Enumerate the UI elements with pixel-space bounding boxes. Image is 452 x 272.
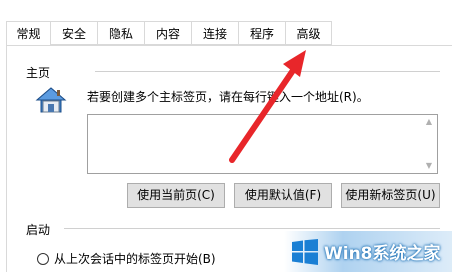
tab-advanced[interactable]: 高级 [285, 21, 332, 45]
home-group-title: 主页 [26, 66, 51, 80]
scroll-down-icon[interactable]: ▼ [423, 161, 435, 171]
use-new-tab-button[interactable]: 使用新标签页(U) [341, 183, 440, 208]
internet-options-dialog: 常规 安全 隐私 内容 连接 程序 高级 主页 若要创建多个主标签页，请在每行键… [0, 0, 452, 272]
panel-border [6, 45, 7, 272]
startup-option-label: 从上次会话中的标签页开始(B) [54, 252, 216, 266]
tab-divider [6, 45, 452, 46]
tab-general[interactable]: 常规 [6, 21, 50, 46]
tab-strip: 常规 安全 隐私 内容 连接 程序 高级 [6, 21, 332, 46]
use-default-button[interactable]: 使用默认值(F) [234, 183, 332, 208]
startup-group-divider [64, 228, 440, 229]
startup-group-title: 启动 [26, 223, 51, 237]
home-url-textarea[interactable]: ▲ ▼ [87, 114, 438, 174]
home-group-divider [95, 71, 440, 72]
radio-button[interactable] [37, 252, 49, 265]
watermark: Win8系统之家 [284, 231, 452, 272]
tab-privacy[interactable]: 隐私 [97, 21, 144, 45]
use-current-button[interactable]: 使用当前页(C) [127, 183, 225, 208]
watermark-text: Win8系统之家 [324, 244, 441, 264]
tab-connections[interactable]: 连接 [191, 21, 238, 45]
home-description: 若要创建多个主标签页，请在每行键入一个地址(R)。 [87, 90, 369, 104]
tab-programs[interactable]: 程序 [238, 21, 285, 45]
tab-security[interactable]: 安全 [50, 21, 97, 45]
tab-content[interactable]: 内容 [144, 21, 191, 45]
scroll-up-icon[interactable]: ▲ [423, 117, 435, 127]
startup-option-last-session[interactable]: 从上次会话中的标签页开始(B) [37, 250, 216, 267]
windows-logo-icon [292, 239, 318, 265]
home-icon [35, 87, 67, 113]
